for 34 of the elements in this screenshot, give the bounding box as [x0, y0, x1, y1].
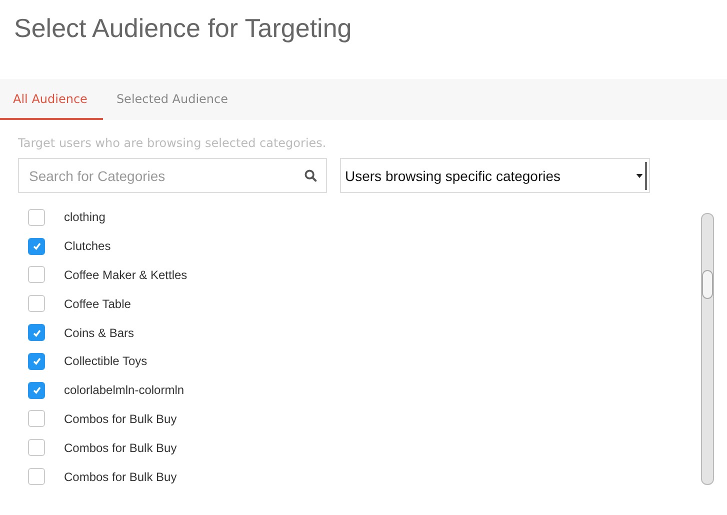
category-label: Combos for Bulk Buy [64, 470, 177, 484]
category-label: clothing [64, 210, 106, 224]
checkmark-icon [32, 356, 42, 366]
scrollbar[interactable] [701, 213, 714, 485]
scrollbar-thumb[interactable] [702, 270, 713, 299]
checkbox[interactable] [28, 382, 45, 399]
checkbox[interactable] [28, 352, 45, 370]
checkbox[interactable] [28, 238, 45, 255]
category-label: Coins & Bars [64, 326, 134, 340]
category-label: colorlabelmln-colormln [64, 383, 184, 398]
audience-dropdown[interactable]: Users browsing specific categories [340, 158, 650, 193]
checkbox[interactable] [28, 439, 45, 456]
checkbox[interactable] [28, 410, 45, 428]
category-label: Collectible Toys [64, 354, 148, 368]
search-icon [304, 169, 317, 182]
caret-icon [634, 162, 647, 190]
checkbox[interactable] [28, 324, 45, 342]
category-label: Combos for Bulk Buy [64, 412, 177, 426]
category-label: Coffee Maker & Kettles [64, 268, 188, 282]
checkmark-icon [32, 241, 42, 252]
tab[interactable]: All Audience [0, 79, 104, 120]
category-label: Clutches [64, 239, 111, 254]
checkbox[interactable] [28, 295, 45, 312]
category-label: Coffee Table [64, 296, 131, 311]
checkbox[interactable] [28, 209, 45, 226]
checkbox[interactable] [28, 266, 45, 284]
category-label: Combos for Bulk Buy [64, 440, 177, 455]
page-title: Select Audience for Targeting [13, 12, 353, 45]
search-field[interactable]: Search for Categories [18, 158, 327, 193]
checkbox[interactable] [28, 468, 45, 486]
tab[interactable]: Selected Audience [103, 79, 242, 120]
checkmark-icon [32, 385, 42, 396]
hint-text: Target users who are browsing selected categories. [18, 136, 328, 150]
checkmark-icon [32, 328, 42, 338]
